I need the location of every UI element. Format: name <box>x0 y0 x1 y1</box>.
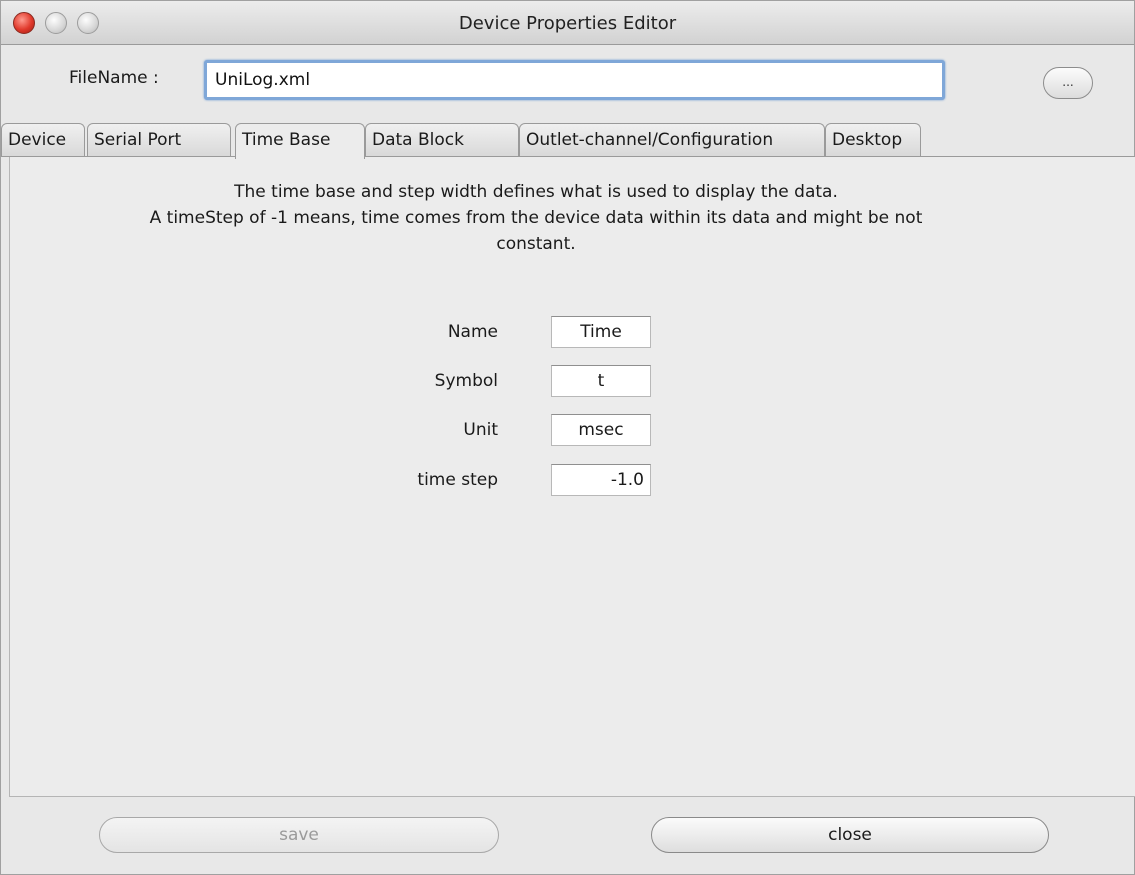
time-base-description: The time base and step width defines wha… <box>1 179 1071 257</box>
tab-desktop[interactable]: Desktop <box>825 123 921 157</box>
tab-device[interactable]: Device <box>1 123 85 157</box>
symbol-field[interactable]: t <box>551 365 651 397</box>
time-step-field[interactable]: -1.0 <box>551 464 651 496</box>
name-field[interactable]: Time <box>551 316 651 348</box>
title-bar: Device Properties Editor <box>1 1 1134 45</box>
time-step-label: time step <box>417 470 498 490</box>
description-line-1: The time base and step width defines wha… <box>234 182 838 202</box>
device-properties-window: Device Properties Editor FileName : ... … <box>0 0 1135 875</box>
description-line-3: constant. <box>496 234 576 254</box>
filename-label: FileName : <box>69 68 159 88</box>
filename-input[interactable] <box>204 60 945 100</box>
tab-bar: Device Serial Port Time Base Data Block … <box>1 123 1135 159</box>
tab-time-base[interactable]: Time Base <box>235 123 365 159</box>
unit-label: Unit <box>463 420 498 440</box>
browse-button[interactable]: ... <box>1043 67 1093 99</box>
symbol-label: Symbol <box>434 371 498 391</box>
name-label: Name <box>447 322 498 342</box>
tab-data-block[interactable]: Data Block <box>365 123 519 157</box>
tab-serial-port[interactable]: Serial Port <box>87 123 231 157</box>
window-title: Device Properties Editor <box>458 13 677 34</box>
save-button[interactable]: save <box>99 817 499 853</box>
description-line-2: A timeStep of -1 means, time comes from … <box>149 208 923 228</box>
close-button[interactable]: close <box>651 817 1049 853</box>
unit-field[interactable]: msec <box>551 414 651 446</box>
tab-outlet-channel-configuration[interactable]: Outlet-channel/Configuration <box>519 123 825 157</box>
